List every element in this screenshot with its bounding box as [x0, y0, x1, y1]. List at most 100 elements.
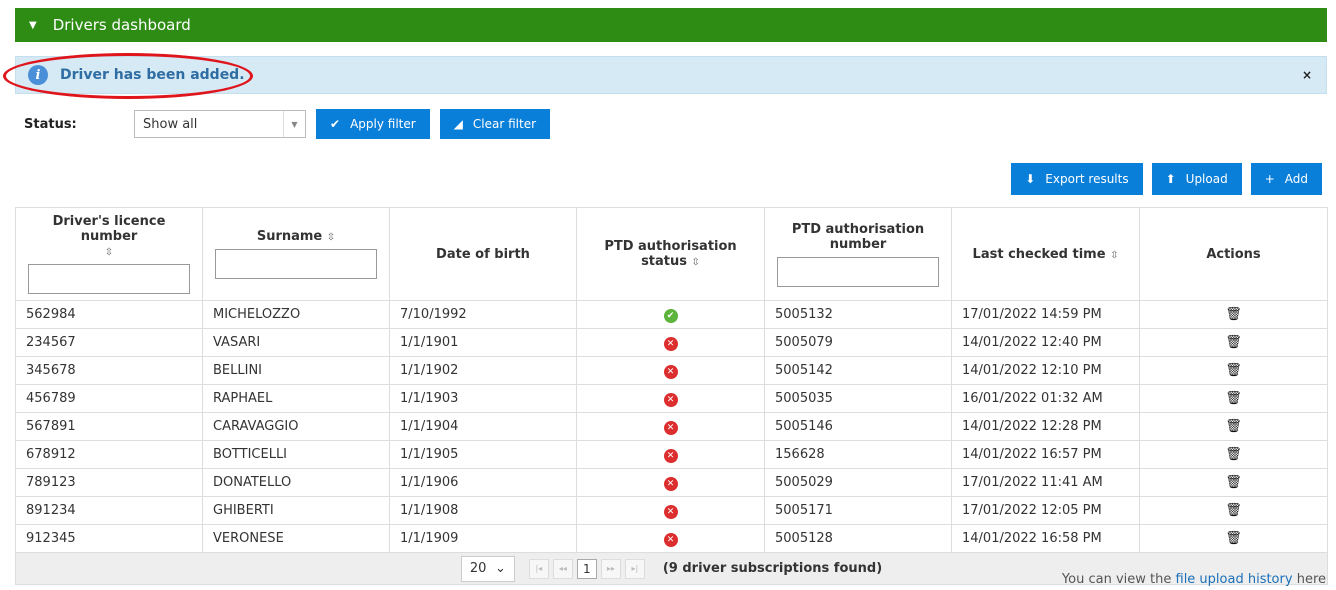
sort-icon[interactable]: ⇳: [1110, 250, 1118, 261]
toolbar: ⬇ Export results ⬆ Upload + Add: [1002, 163, 1322, 195]
last-checked-cell: 14/01/2022 16:58 PM: [951, 524, 1140, 553]
actions-cell: 🗑: [1139, 384, 1328, 413]
page-number-button[interactable]: 1: [576, 558, 597, 579]
col-ptd-number-label: PTD authorisation number: [791, 221, 925, 252]
upload-history-note: You can view the file upload history her…: [1062, 572, 1326, 587]
prev-page-icon[interactable]: ◂◂: [552, 558, 573, 579]
alert-message: Driver has been added.: [60, 67, 245, 83]
trash-icon[interactable]: 🗑: [1225, 531, 1242, 546]
actions-cell: 🗑: [1139, 468, 1328, 497]
surname-cell: RAPHAEL: [202, 384, 390, 413]
licence-cell: 678912: [15, 440, 203, 469]
next-page-icon[interactable]: ▸▸: [600, 558, 621, 579]
export-label: Export results: [1045, 172, 1129, 186]
trash-icon[interactable]: 🗑: [1225, 475, 1242, 490]
dob-cell: 1/1/1901: [389, 328, 577, 357]
surname-filter-input[interactable]: [215, 249, 377, 279]
close-icon[interactable]: ×: [1302, 68, 1312, 82]
trash-icon[interactable]: 🗑: [1225, 503, 1242, 518]
sort-icon[interactable]: ⇳: [692, 257, 700, 268]
licence-cell: 456789: [15, 384, 203, 413]
chevron-down-icon: ⌄: [494, 561, 506, 576]
x-circle-icon: ✕: [663, 420, 678, 435]
trash-icon[interactable]: 🗑: [1225, 307, 1242, 322]
trash-icon[interactable]: 🗑: [1225, 363, 1242, 378]
table-row: 234567 VASARI 1/1/1901 ✕ 5005079 14/01/2022 1…: [15, 328, 1328, 357]
status-select[interactable]: Show all ▼: [134, 110, 306, 138]
ptd-number-cell: 5005128: [764, 524, 952, 553]
footer-suffix: here: [1296, 572, 1326, 587]
status-label: Status:: [24, 116, 77, 132]
info-icon: i: [28, 65, 48, 85]
last-checked-cell: 14/01/2022 12:28 PM: [951, 412, 1140, 441]
licence-cell: 234567: [15, 328, 203, 357]
dob-cell: 1/1/1909: [389, 524, 577, 553]
surname-cell: BELLINI: [202, 356, 390, 385]
trash-icon[interactable]: 🗑: [1225, 391, 1242, 406]
upload-label: Upload: [1185, 172, 1228, 186]
actions-cell: 🗑: [1139, 328, 1328, 357]
actions-cell: 🗑: [1139, 356, 1328, 385]
last-checked-cell: 17/01/2022 14:59 PM: [951, 300, 1140, 329]
licence-cell: 562984: [15, 300, 203, 329]
dob-cell: 1/1/1902: [389, 356, 577, 385]
dob-cell: 1/1/1906: [389, 468, 577, 497]
actions-cell: 🗑: [1139, 496, 1328, 525]
licence-filter-input[interactable]: [28, 264, 190, 294]
table-row: 456789 RAPHAEL 1/1/1903 ✕ 5005035 16/01/2022 …: [15, 384, 1328, 413]
drivers-table: Driver's licence number ⇳ Surname ⇳ Date…: [15, 207, 1328, 585]
page-title: Drivers dashboard: [52, 16, 191, 34]
table-row: 912345 VERONESE 1/1/1909 ✕ 5005128 14/01/2022…: [15, 524, 1328, 553]
ptd-status-cell: ✔: [576, 300, 765, 329]
sort-icon[interactable]: ⇳: [105, 247, 113, 258]
clear-filter-button[interactable]: ◢ Clear filter: [439, 109, 551, 139]
col-dob-label: Date of birth: [436, 246, 530, 262]
dob-cell: 1/1/1908: [389, 496, 577, 525]
trash-icon[interactable]: 🗑: [1225, 335, 1242, 350]
trash-icon[interactable]: 🗑: [1225, 419, 1242, 434]
col-licence-label: Driver's licence number: [52, 214, 166, 244]
add-button[interactable]: + Add: [1250, 163, 1322, 195]
upload-button[interactable]: ⬆ Upload: [1151, 163, 1242, 195]
ptd-number-cell: 5005029: [764, 468, 952, 497]
ptd-number-cell: 5005079: [764, 328, 952, 357]
ptd-number-filter-input[interactable]: [777, 256, 939, 287]
col-last-checked-label: Last checked time: [972, 246, 1106, 262]
licence-cell: 912345: [15, 524, 203, 553]
filter-bar: Status: Show all ▼ ✔ Apply filter ◢ Clea…: [24, 109, 560, 139]
ptd-number-cell: 5005146: [764, 412, 952, 441]
download-icon: ⬇: [1025, 172, 1036, 186]
surname-cell: DONATELLO: [202, 468, 390, 497]
surname-cell: CARAVAGGIO: [202, 412, 390, 441]
file-upload-history-link[interactable]: file upload history: [1176, 572, 1293, 587]
ptd-status-cell: ✕: [576, 412, 765, 441]
col-actions: Actions: [1139, 207, 1328, 301]
x-circle-icon: ✕: [663, 448, 678, 463]
sort-icon[interactable]: ⇳: [327, 232, 335, 243]
page-size-select[interactable]: 20 ⌄: [460, 555, 515, 582]
x-circle-icon: ✕: [663, 364, 678, 379]
first-page-icon[interactable]: |◂: [528, 558, 549, 579]
last-checked-cell: 17/01/2022 12:05 PM: [951, 496, 1140, 525]
col-surname[interactable]: Surname ⇳: [202, 207, 390, 301]
surname-cell: VASARI: [202, 328, 390, 357]
caret-down-icon[interactable]: ▼: [29, 20, 37, 31]
x-circle-icon: ✕: [663, 532, 678, 547]
col-surname-label: Surname: [256, 229, 323, 244]
export-results-button[interactable]: ⬇ Export results: [1011, 163, 1143, 195]
last-page-icon[interactable]: ▸|: [624, 558, 645, 579]
col-last-checked[interactable]: Last checked time ⇳: [951, 207, 1140, 301]
table-row: 789123 DONATELLO 1/1/1906 ✕ 5005029 17/01/202…: [15, 468, 1328, 497]
col-dob: Date of birth: [389, 207, 577, 301]
apply-filter-button[interactable]: ✔ Apply filter: [316, 109, 430, 139]
actions-cell: 🗑: [1139, 524, 1328, 553]
dashboard-header[interactable]: ▼ Drivers dashboard: [15, 8, 1327, 42]
col-actions-label: Actions: [1206, 246, 1261, 262]
trash-icon[interactable]: 🗑: [1225, 447, 1242, 462]
col-licence[interactable]: Driver's licence number ⇳: [15, 207, 203, 301]
table-row: 891234 GHIBERTI 1/1/1908 ✕ 5005171 17/01/2022…: [15, 496, 1328, 525]
col-ptd-status[interactable]: PTD authorisation status ⇳: [576, 207, 765, 301]
ptd-number-cell: 5005035: [764, 384, 952, 413]
upload-icon: ⬆: [1165, 172, 1176, 186]
check-circle-icon: ✔: [663, 308, 678, 323]
